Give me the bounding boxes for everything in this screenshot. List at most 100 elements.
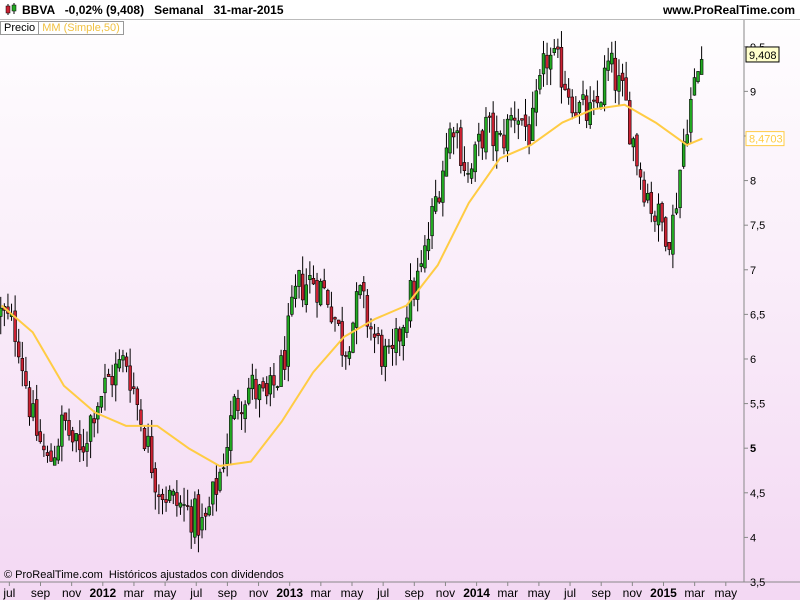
x-tick-label: may [528, 586, 551, 600]
header-info: BBVA -0,02% (9,408) Semanal 31-mar-2015 [22, 3, 284, 17]
candle-body [24, 371, 28, 387]
footer-copyright: © ProRealTime.com Históricos ajustados c… [4, 569, 284, 581]
candle-body [570, 96, 574, 114]
candle-body [250, 374, 255, 390]
candle-body [552, 48, 556, 53]
plot-background [0, 0, 800, 600]
change: -0,02% (9,408) [64, 3, 145, 17]
candle-body [671, 214, 675, 255]
candle-body [606, 60, 610, 71]
candle-body [117, 359, 122, 369]
candle-body [387, 345, 391, 348]
candle-body [225, 447, 229, 465]
x-tick-label: may [341, 586, 364, 600]
candle-body [196, 494, 201, 536]
candle-body [545, 54, 549, 69]
x-tick-label: 2015 [650, 586, 677, 600]
site-link[interactable]: www.ProRealTime.com [663, 3, 795, 17]
y-tick-label: 6,5 [750, 309, 765, 321]
candle-body [20, 358, 25, 372]
candle-body [484, 116, 488, 153]
x-tick-label: mar [124, 586, 145, 600]
candle-body [354, 291, 359, 328]
candle-body [541, 53, 546, 75]
candle-body [297, 270, 301, 287]
candle-body [599, 102, 603, 108]
candle-body [164, 499, 168, 503]
candle-body [383, 345, 388, 367]
symbol: BBVA [22, 3, 55, 17]
candle-body [49, 450, 53, 462]
candle-body [692, 77, 697, 96]
candle-body [437, 197, 441, 203]
candle-body [282, 350, 287, 370]
candle-body [430, 206, 434, 237]
candle-body [146, 435, 150, 447]
candle-body [520, 118, 524, 121]
candle-body [124, 356, 129, 367]
candle-body [121, 355, 125, 361]
candle-body [182, 504, 186, 506]
candle-body [588, 102, 592, 125]
candle-body [92, 418, 96, 424]
candle-body [239, 412, 244, 415]
candle-body [304, 284, 308, 305]
candle-body [516, 120, 521, 125]
candle-body [696, 71, 700, 82]
candle-body [85, 443, 89, 452]
candle-body [329, 306, 334, 323]
x-tick-label: sep [218, 586, 238, 600]
candle-body [31, 403, 35, 418]
x-tick-label: nov [623, 586, 642, 600]
x-tick-label: jul [376, 586, 389, 600]
candle-body [254, 378, 258, 400]
candle-body [232, 396, 237, 419]
y-tick-label: 7,5 [750, 220, 765, 232]
candle-body [566, 88, 571, 98]
candle-body [678, 169, 682, 209]
candle-body [221, 467, 226, 470]
price-chart[interactable]: 3,544,555,566,577,588,599,5 julsepnov201… [0, 0, 800, 600]
candle-body [247, 387, 251, 404]
candle-body [17, 341, 21, 358]
legend-moving-average[interactable]: MM (Simple,50) [39, 21, 124, 35]
candle-body [114, 363, 118, 386]
candle-body [236, 398, 240, 411]
candle-body [106, 373, 111, 377]
x-tick-label: mar [497, 586, 518, 600]
candle-body [509, 115, 513, 121]
candle-body [185, 505, 190, 507]
candle-body [649, 192, 654, 214]
candle-body [175, 492, 179, 506]
candle-body [646, 193, 650, 201]
candle-body [344, 355, 348, 357]
candle-body [275, 386, 280, 388]
legend-price[interactable]: Precio [0, 21, 40, 35]
candle-body [592, 99, 596, 102]
x-tick-label: 2014 [463, 586, 490, 600]
candle-body [444, 147, 449, 177]
candle-body [681, 141, 686, 167]
candle-body [563, 83, 567, 91]
candle-body [441, 170, 445, 203]
candle-body [211, 481, 215, 505]
candle-body [257, 384, 262, 401]
candle-body [52, 457, 57, 466]
candle-body [193, 498, 197, 538]
candle-body [203, 512, 208, 517]
candle-body [157, 494, 161, 498]
candle-body [459, 127, 463, 166]
candle-body [290, 296, 294, 315]
candle-body [351, 322, 355, 353]
candle-body [272, 375, 276, 386]
candle-body [81, 446, 86, 453]
x-tick-label: sep [592, 586, 612, 600]
candle-body [132, 386, 136, 389]
candle-body [398, 328, 402, 342]
candle-body [513, 117, 517, 121]
ma-value-label: 8,4703 [749, 134, 783, 146]
candle-body [415, 270, 420, 300]
y-tick-label: 5 [750, 443, 756, 455]
y-tick-label: 3,5 [750, 577, 765, 589]
candle-body [527, 124, 531, 146]
